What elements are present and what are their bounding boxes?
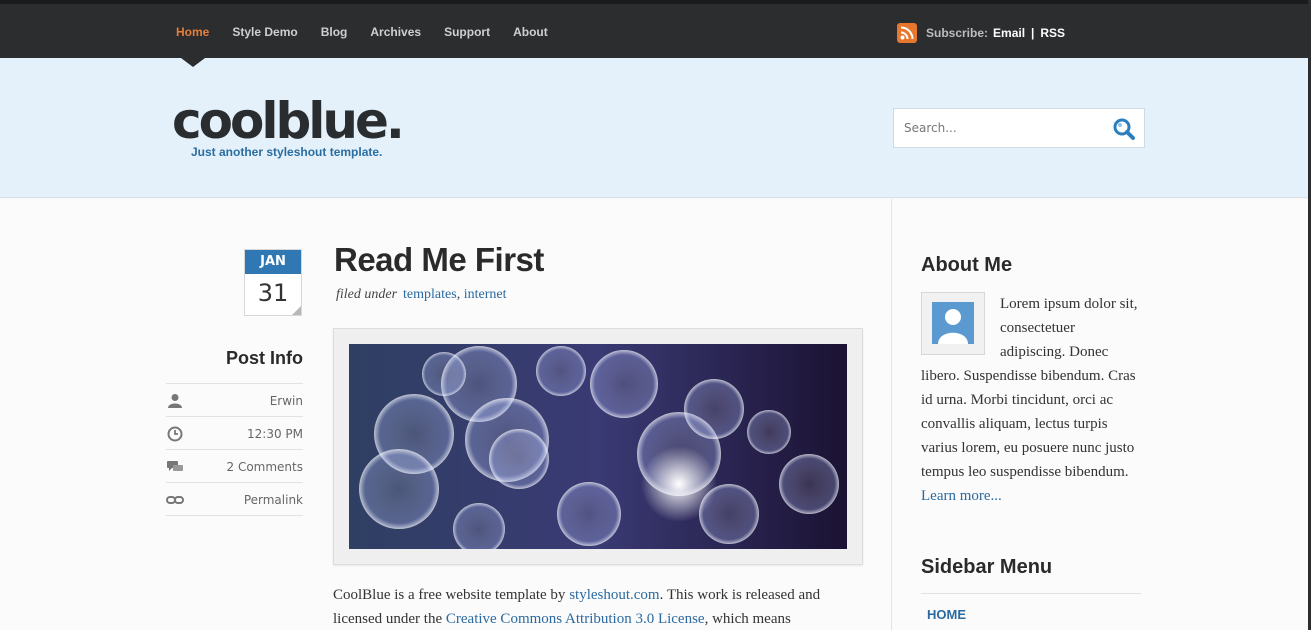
subscribe-rss-link[interactable]: RSS (1040, 26, 1065, 40)
search-form (893, 108, 1145, 148)
post-info-time: 12:30 PM (166, 417, 303, 450)
learn-more-link[interactable]: Learn more... (921, 488, 1002, 504)
active-nav-pointer (181, 58, 205, 67)
comments-icon (166, 459, 184, 475)
filed-under-label: filed under (336, 287, 398, 302)
search-input[interactable] (894, 109, 1104, 147)
nav-item-support[interactable]: Support (444, 25, 490, 39)
nav-item-about[interactable]: About (513, 25, 548, 39)
tag-link-templates[interactable]: templates (403, 287, 457, 302)
about-me-text: Lorem ipsum dolor sit, consectetuer adip… (921, 292, 1141, 508)
post-image-frame (333, 328, 863, 565)
post-comments-link[interactable]: 2 Comments (227, 460, 304, 474)
post-tags: filed under templates, internet (336, 287, 506, 303)
main-nav: Home Style Demo Blog Archives Support Ab… (176, 25, 571, 39)
tag-link-internet[interactable]: internet (464, 287, 507, 302)
post-info-comments: 2 Comments (166, 450, 303, 483)
link-icon (166, 492, 184, 508)
subscribe-links: Subscribe: Email | RSS (897, 23, 1065, 43)
license-link[interactable]: Creative Commons Attribution 3.0 License (446, 611, 705, 627)
nav-item-home[interactable]: Home (176, 25, 209, 39)
post-date-badge: JAN 31 (244, 249, 302, 316)
subscribe-label: Subscribe: (926, 26, 989, 40)
post-permalink[interactable]: Permalink (244, 493, 303, 507)
site-logo[interactable]: coolblue. (172, 92, 405, 150)
nav-item-style-demo[interactable]: Style Demo (232, 25, 297, 39)
site-slogan: Just another styleshout template. (191, 145, 383, 159)
subscribe-email-link[interactable]: Email (993, 26, 1025, 40)
sidebar-menu-item-home[interactable]: HOME (927, 607, 966, 622)
rss-icon[interactable] (897, 23, 917, 43)
post-info-permalink: Permalink (166, 483, 303, 516)
sidebar-menu-heading: Sidebar Menu (921, 556, 1053, 578)
user-icon (166, 393, 184, 409)
post-info-author: Erwin (166, 384, 303, 417)
post-text-3: , which means (704, 611, 791, 627)
post-excerpt: CoolBlue is a free website template by s… (333, 583, 863, 630)
sidebar-menu-divider (921, 593, 1141, 594)
subscribe-separator: | (1031, 26, 1035, 40)
nav-item-archives[interactable]: Archives (370, 25, 421, 39)
post-text-1: CoolBlue is a free website template by (333, 587, 570, 603)
site-header: coolblue. Just another styleshout templa… (0, 58, 1311, 198)
date-fold-decoration (292, 306, 301, 315)
post-info-list: Erwin 12:30 PM 2 Comments Permalink (166, 383, 303, 516)
post-title[interactable]: Read Me First (334, 241, 544, 279)
about-me-heading: About Me (921, 254, 1013, 276)
sidebar-divider (891, 199, 892, 630)
tag-separator: , (456, 287, 461, 302)
post-date-month: JAN (245, 250, 301, 274)
main-content: JAN 31 Post Info Erwin 12:30 PM 2 Commen… (0, 199, 1311, 630)
top-navigation-bar: Home Style Demo Blog Archives Support Ab… (0, 0, 1311, 58)
nav-item-blog[interactable]: Blog (321, 25, 348, 39)
post-image-bokeh (349, 344, 847, 549)
post-info-heading: Post Info (226, 348, 303, 368)
search-icon[interactable] (1112, 117, 1136, 141)
styleshout-link[interactable]: styleshout.com (569, 587, 659, 603)
post-author[interactable]: Erwin (270, 394, 303, 408)
clock-icon (166, 426, 184, 442)
post-time: 12:30 PM (247, 427, 303, 441)
